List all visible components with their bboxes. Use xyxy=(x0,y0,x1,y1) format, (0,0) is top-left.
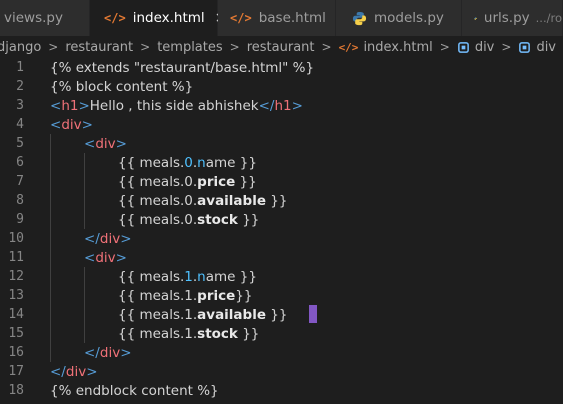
chevron-right-icon: > xyxy=(140,40,151,54)
code-line: 2 {% block content %} xyxy=(0,77,563,96)
code-text: <div> xyxy=(50,116,93,133)
tab-label: base.html xyxy=(258,10,326,26)
line-number: 15 xyxy=(8,326,24,341)
line-number: 9 xyxy=(16,212,24,227)
code-text: {{ meals.0.price }} xyxy=(118,173,257,190)
code-text: <div> xyxy=(84,249,127,266)
html-file-icon: </> xyxy=(230,11,252,25)
chevron-right-icon: > xyxy=(439,40,450,54)
element-icon xyxy=(519,41,531,53)
code-line: 1 {% extends "restaurant/base.html" %} xyxy=(0,58,563,77)
tab-models-py[interactable]: models.py xyxy=(336,0,462,36)
code-text: </div> xyxy=(50,363,98,380)
code-line: 16 </div> xyxy=(0,343,563,362)
code-line: 18 {% endblock content %} xyxy=(0,381,563,400)
code-line: 17 </div> xyxy=(0,362,563,381)
tab-path: .../ro xyxy=(535,11,562,25)
line-number: 7 xyxy=(16,174,24,189)
breadcrumb-item[interactable]: restaurant xyxy=(247,40,315,55)
line-number: 17 xyxy=(8,364,24,379)
breadcrumb: django > restaurant > templates > restau… xyxy=(0,36,563,58)
line-number: 13 xyxy=(8,288,24,303)
code-line: 6 {{ meals.0.name }} xyxy=(0,153,563,172)
python-icon xyxy=(474,16,477,20)
code-text: {% block content %} xyxy=(50,78,194,95)
code-text: {{ meals.0.name }} xyxy=(118,154,257,171)
chevron-right-icon: > xyxy=(48,40,59,54)
breadcrumb-item[interactable]: index.html xyxy=(363,40,432,55)
code-line: 11 <div> xyxy=(0,248,563,267)
tab-label: views.py xyxy=(4,10,63,26)
breadcrumb-item[interactable]: templates xyxy=(157,40,222,55)
code-text: {{ meals.1.available }} xyxy=(118,306,288,323)
tab-label: urls.py xyxy=(483,10,530,26)
line-number: 4 xyxy=(16,117,24,132)
code-line: 3 <h1>Hello , this side abhishek</h1> xyxy=(0,96,563,115)
line-number: 2 xyxy=(16,79,24,94)
code-line: 12 {{ meals.1.name }} xyxy=(0,267,563,286)
code-line: 10 </div> xyxy=(0,229,563,248)
code-line: 13 {{ meals.1.price}} xyxy=(0,286,563,305)
code-line: 9 {{ meals.0.stock }} xyxy=(0,210,563,229)
line-number: 18 xyxy=(8,383,24,398)
line-number: 1 xyxy=(16,60,24,75)
code-text: {{ meals.1.price}} xyxy=(118,287,253,304)
breadcrumb-item[interactable]: restaurant xyxy=(65,40,133,55)
code-text: {% endblock content %} xyxy=(50,382,219,399)
code-text: {{ meals.0.stock }} xyxy=(118,211,260,228)
code-text: {{ meals.1.stock }} xyxy=(118,325,260,342)
breadcrumb-item[interactable]: django xyxy=(0,40,41,55)
code-editor[interactable]: 1 {% extends "restaurant/base.html" %} 2… xyxy=(0,58,563,404)
tab-label: index.html xyxy=(132,10,205,26)
code-line: 8 {{ meals.0.available }} xyxy=(0,191,563,210)
tab-views-py[interactable]: views.py xyxy=(0,0,90,36)
chevron-right-icon: > xyxy=(501,40,512,54)
line-number: 10 xyxy=(8,231,24,246)
chevron-right-icon: > xyxy=(229,40,240,54)
element-icon xyxy=(457,41,469,53)
code-text: {% extends "restaurant/base.html" %} xyxy=(50,59,315,76)
tab-bar: views.py </> index.html × </> base.html … xyxy=(0,0,563,36)
line-number: 3 xyxy=(16,98,24,113)
code-text: </div> xyxy=(84,230,132,247)
code-text: {{ meals.0.available }} xyxy=(118,192,288,209)
breadcrumb-item[interactable]: div xyxy=(536,40,556,55)
python-icon xyxy=(352,11,367,25)
tab-urls-py[interactable]: urls.py .../ro xyxy=(462,0,563,36)
tab-label: models.py xyxy=(374,10,444,26)
line-number: 6 xyxy=(16,155,24,170)
html-file-icon: </> xyxy=(104,11,126,25)
code-line: 15 {{ meals.1.stock }} xyxy=(0,324,563,343)
breadcrumb-item[interactable]: div xyxy=(475,40,495,55)
line-number: 11 xyxy=(8,250,24,265)
line-number: 16 xyxy=(8,345,24,360)
chevron-right-icon: > xyxy=(321,40,332,54)
code-line: 4 <div> xyxy=(0,115,563,134)
code-text: {{ meals.1.name }} xyxy=(118,268,257,285)
code-text: <div> xyxy=(84,135,127,152)
code-line: 5 <div> xyxy=(0,134,563,153)
code-text: </div> xyxy=(84,344,132,361)
line-number: 5 xyxy=(16,136,24,151)
line-number: 8 xyxy=(16,193,24,208)
line-number: 14 xyxy=(8,307,24,322)
line-number: 12 xyxy=(8,269,24,284)
code-line: 14 {{ meals.1.available }} xyxy=(0,305,563,324)
html-file-icon: </> xyxy=(338,40,359,54)
text-cursor xyxy=(309,305,317,323)
tab-index-html[interactable]: </> index.html × xyxy=(90,0,226,36)
code-line: 7 {{ meals.0.price }} xyxy=(0,172,563,191)
tab-base-html[interactable]: </> base.html xyxy=(218,0,336,36)
code-text: <h1>Hello , this side abhishek</h1> xyxy=(50,97,303,114)
